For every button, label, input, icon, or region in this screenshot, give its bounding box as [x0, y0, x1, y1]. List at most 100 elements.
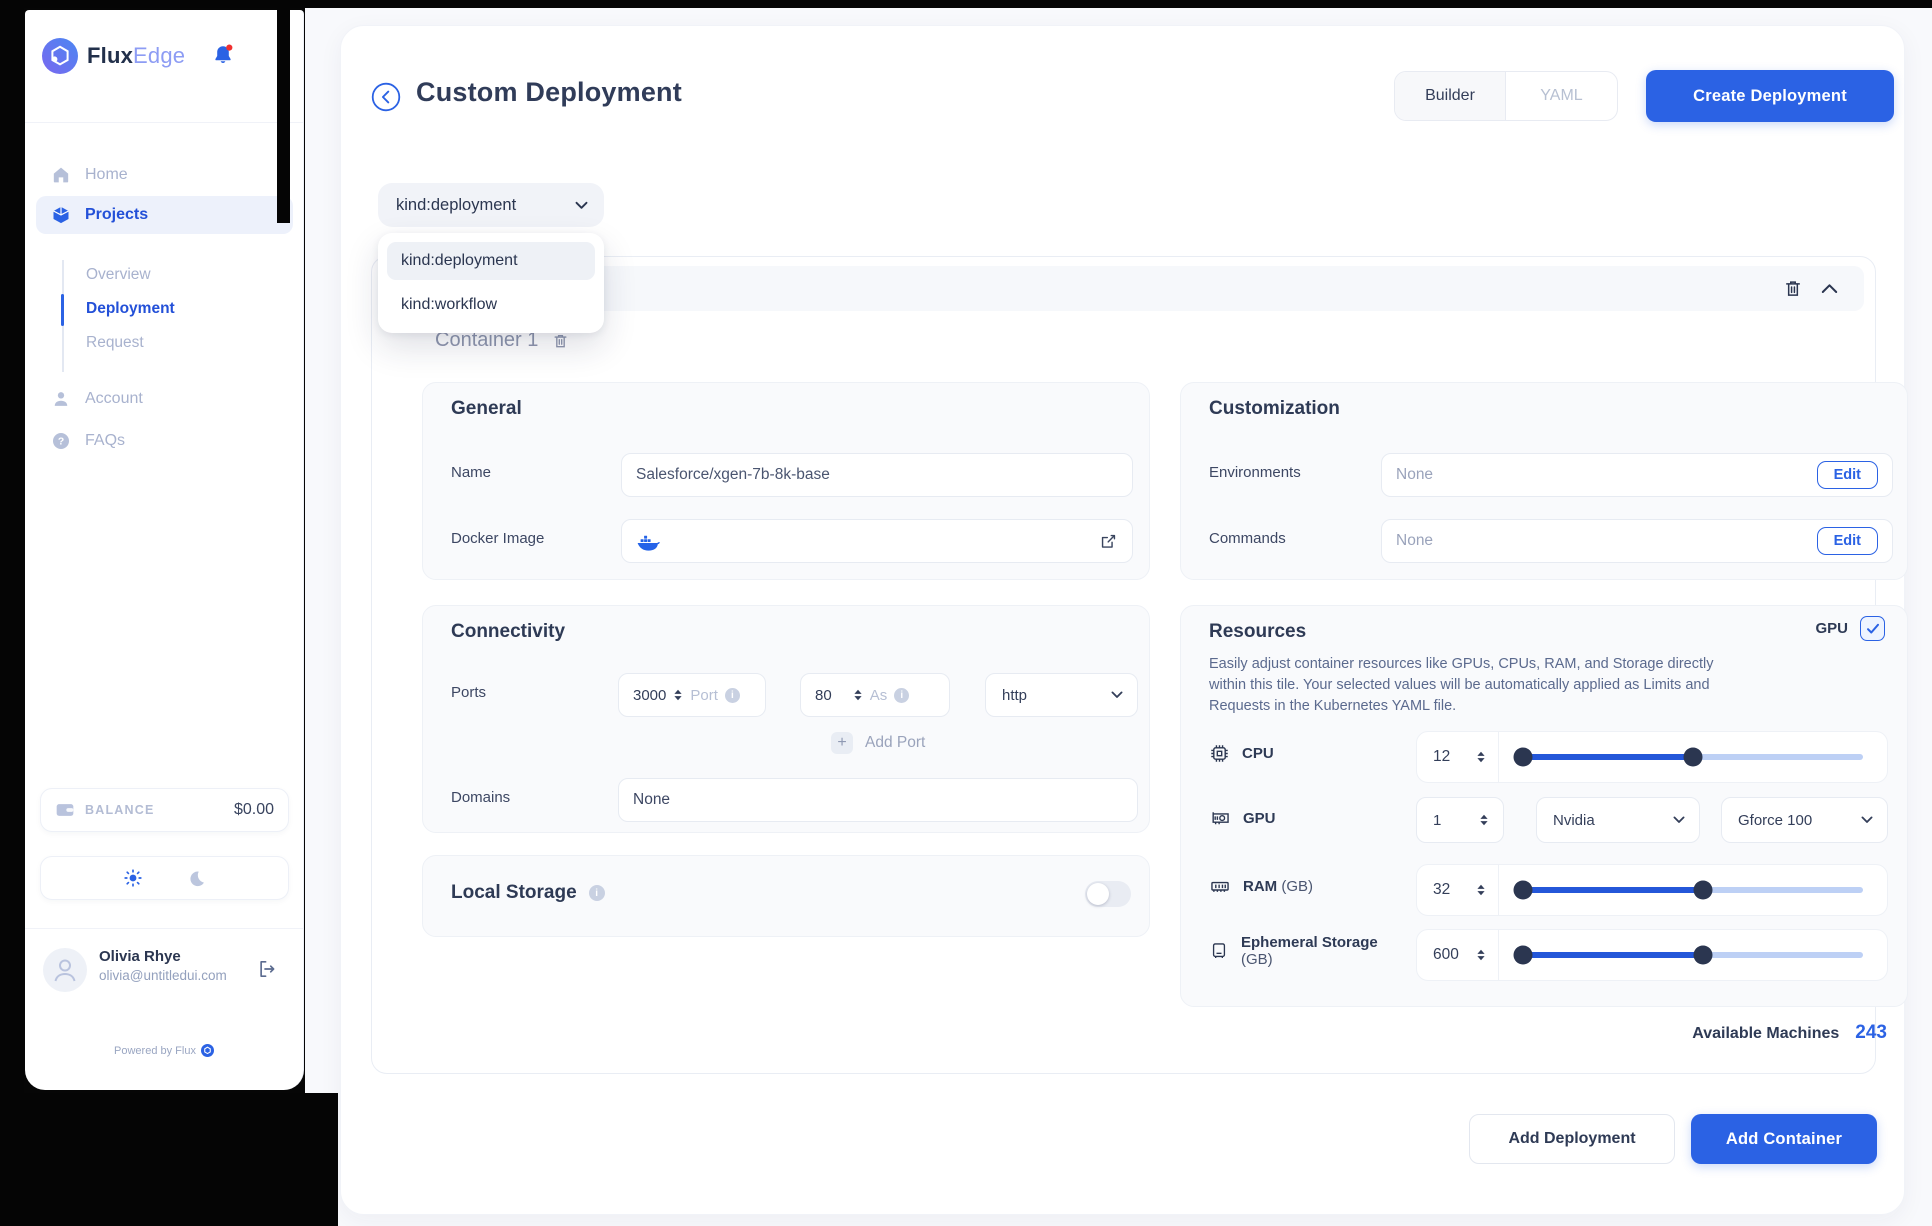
moon-icon[interactable]: [187, 869, 206, 888]
add-deployment-button[interactable]: Add Deployment: [1469, 1114, 1675, 1164]
notifications-button[interactable]: [211, 43, 235, 67]
sidebar-item-label: FAQs: [85, 432, 126, 449]
port-as-input[interactable]: 80 As i: [800, 673, 950, 717]
ram-slider[interactable]: [1513, 880, 1863, 900]
docker-image-label: Docker Image: [451, 530, 545, 547]
cube-icon: [53, 206, 69, 224]
collapse-deployment-button[interactable]: [1821, 283, 1838, 294]
page-background: Custom Deployment Builder YAML Create De…: [305, 0, 1932, 1226]
port-number-input[interactable]: 3000 Port i: [618, 673, 766, 717]
domains-value: None: [633, 791, 671, 808]
sidebar-item-projects[interactable]: Projects: [36, 196, 293, 234]
gpu-count-value: 1: [1433, 811, 1442, 829]
gpu-label: GPU: [1243, 810, 1276, 827]
user-icon: [54, 392, 68, 406]
stepper-icon[interactable]: [1476, 884, 1486, 896]
logout-button[interactable]: [256, 958, 278, 980]
divider: [25, 928, 303, 929]
gpu-model-select[interactable]: Gforce 100: [1721, 797, 1888, 843]
delete-container-button[interactable]: [552, 332, 569, 350]
port-number-value: 3000: [633, 686, 667, 704]
stepper-icon[interactable]: [1476, 949, 1486, 961]
ephemeral-value: 600: [1433, 946, 1459, 963]
gpu-vendor-value: Nvidia: [1553, 811, 1595, 829]
slider-handle-start[interactable]: [1513, 945, 1533, 965]
chevron-down-icon: [1111, 691, 1123, 698]
ephemeral-value-stepper[interactable]: 600: [1417, 930, 1499, 980]
sidebar-subitem-deployment[interactable]: Deployment: [86, 294, 175, 324]
sun-icon[interactable]: [123, 868, 143, 888]
delete-deployment-button[interactable]: [1783, 278, 1803, 299]
sidebar-item-faqs[interactable]: ? FAQs: [51, 424, 125, 458]
environments-value: None: [1396, 466, 1434, 483]
commands-input[interactable]: None Edit: [1381, 519, 1893, 563]
docker-image-link-button[interactable]: [1099, 532, 1118, 551]
screen: Custom Deployment Builder YAML Create De…: [0, 0, 1932, 1226]
ephemeral-row-label: Ephemeral Storage (GB): [1209, 934, 1378, 968]
connectivity-tile: Connectivity Ports 3000 Port i 80 As i h…: [422, 605, 1150, 833]
kind-option-workflow[interactable]: kind:workflow: [387, 286, 595, 324]
add-port-button[interactable]: + Add Port: [831, 732, 925, 754]
subnav-active-marker: [61, 294, 64, 326]
check-icon: [1866, 623, 1879, 633]
available-machines-row: Available Machines 243: [1432, 1022, 1887, 1044]
cpu-value-stepper[interactable]: 12: [1417, 732, 1499, 782]
local-storage-toggle[interactable]: [1085, 881, 1131, 907]
slider-handle-start[interactable]: [1513, 880, 1533, 900]
sidebar-item-label: Account: [85, 390, 143, 407]
add-container-button[interactable]: Add Container: [1691, 1114, 1877, 1164]
kind-select[interactable]: kind:deployment: [378, 183, 604, 227]
sidebar-subitem-overview[interactable]: Overview: [86, 260, 151, 290]
gpu-vendor-select[interactable]: Nvidia: [1536, 797, 1700, 843]
sidebar-subitem-request[interactable]: Request: [86, 328, 144, 358]
resources-tile: Resources GPU Easily adjust container re…: [1180, 605, 1908, 1007]
user-profile[interactable]: Olivia Rhye olivia@untitledui.com: [43, 948, 286, 992]
avatar: [43, 948, 87, 992]
slider-handle-start[interactable]: [1513, 747, 1533, 767]
bell-icon: [215, 44, 233, 64]
noise-artifact: [277, 0, 290, 223]
tab-builder[interactable]: Builder: [1395, 72, 1506, 120]
protocol-select[interactable]: http: [985, 673, 1138, 717]
cpu-label: CPU: [1242, 745, 1274, 762]
help-icon: ?: [53, 433, 69, 449]
powered-by: Powered by Flux: [25, 1044, 303, 1057]
main-card: Custom Deployment Builder YAML Create De…: [340, 25, 1908, 1215]
tab-yaml[interactable]: YAML: [1506, 72, 1617, 120]
stepper-icon[interactable]: [1479, 814, 1489, 826]
local-storage-tile: Local Storage i: [422, 855, 1150, 937]
available-machines-value: 243: [1855, 1022, 1887, 1043]
slider-handle-end[interactable]: [1693, 880, 1713, 900]
ram-value-stepper[interactable]: 32: [1417, 865, 1499, 915]
stepper-icon[interactable]: [853, 689, 863, 701]
commands-edit-button[interactable]: Edit: [1816, 527, 1878, 555]
chevron-down-icon: [1673, 816, 1685, 823]
port-suffix: Port: [690, 686, 718, 704]
environments-edit-button[interactable]: Edit: [1816, 461, 1878, 489]
domains-input[interactable]: None: [618, 778, 1138, 822]
gpu-checkbox[interactable]: [1860, 616, 1885, 641]
gpu-count-stepper[interactable]: 1: [1416, 797, 1504, 843]
kind-option-deployment[interactable]: kind:deployment: [387, 242, 595, 280]
stepper-icon[interactable]: [673, 689, 683, 701]
kind-select-menu: kind:deployment kind:workflow: [378, 233, 604, 333]
info-icon: i: [894, 687, 910, 703]
docker-image-input[interactable]: [621, 519, 1133, 563]
sidebar-item-account[interactable]: Account: [51, 382, 143, 416]
slider-handle-end[interactable]: [1683, 747, 1703, 767]
back-button[interactable]: [371, 82, 401, 112]
general-tile: General Name Salesforce/xgen-7b-8k-base …: [422, 382, 1150, 580]
slider-handle-end[interactable]: [1693, 945, 1713, 965]
ephemeral-slider[interactable]: [1513, 945, 1863, 965]
name-input[interactable]: Salesforce/xgen-7b-8k-base: [621, 453, 1133, 497]
balance-label: BALANCE: [85, 803, 155, 817]
connectivity-heading: Connectivity: [451, 621, 566, 642]
toggle-knob: [1087, 883, 1109, 905]
general-heading: General: [451, 398, 522, 419]
sidebar-item-home[interactable]: Home: [51, 158, 128, 192]
create-deployment-button[interactable]: Create Deployment: [1646, 70, 1894, 122]
stepper-icon[interactable]: [1476, 751, 1486, 763]
environments-input[interactable]: None Edit: [1381, 453, 1893, 497]
cpu-slider[interactable]: [1513, 747, 1863, 767]
trash-icon: [554, 334, 567, 347]
